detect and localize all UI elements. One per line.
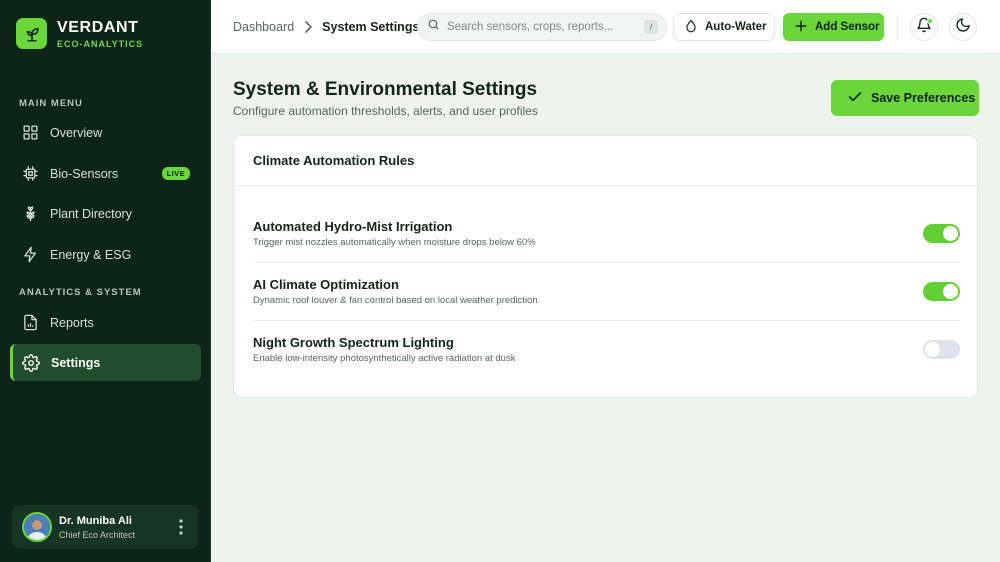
moon-icon bbox=[955, 17, 971, 38]
rule-description: Dynamic roof louver & fan control based … bbox=[253, 295, 538, 306]
toggle-hydro-mist[interactable] bbox=[923, 224, 960, 243]
save-preferences-button[interactable]: Save Preferences bbox=[831, 80, 979, 116]
rule-night-lighting: Night Growth Spectrum Lighting Enable lo… bbox=[253, 335, 960, 393]
report-icon bbox=[21, 314, 39, 332]
search-input[interactable] bbox=[447, 21, 627, 33]
sidebar-item-plant-directory[interactable]: Plant Directory bbox=[10, 195, 201, 232]
gear-icon bbox=[22, 353, 40, 372]
brand-subtitle: ECO-ANALYTICS bbox=[57, 38, 144, 49]
rule-title: Automated Hydro-Mist Irrigation bbox=[253, 219, 453, 234]
toggle-night-lighting[interactable] bbox=[923, 340, 960, 359]
add-sensor-button[interactable]: Add Sensor bbox=[783, 13, 884, 41]
auto-water-label: Auto-Water bbox=[705, 21, 767, 33]
theme-toggle-button[interactable] bbox=[949, 13, 977, 41]
bolt-icon bbox=[21, 246, 39, 264]
sidebar-item-label: Bio-Sensors bbox=[50, 166, 119, 181]
live-badge: LIVE bbox=[161, 167, 190, 180]
sidebar-item-label: Settings bbox=[51, 355, 101, 370]
toggle-knob bbox=[925, 342, 940, 357]
page-title: System & Environmental Settings bbox=[233, 79, 538, 100]
sidebar-item-label: Reports bbox=[50, 315, 94, 330]
rule-title: AI Climate Optimization bbox=[253, 277, 399, 292]
card-divider bbox=[234, 185, 977, 186]
plus-icon bbox=[794, 19, 808, 36]
toggle-knob bbox=[943, 226, 958, 241]
save-preferences-label: Save Preferences bbox=[871, 91, 976, 105]
chevron-right-icon bbox=[304, 21, 313, 33]
search-shortcut-badge: / bbox=[644, 20, 658, 34]
sidebar-item-reports[interactable]: Reports bbox=[10, 304, 201, 341]
toggle-ai-climate[interactable] bbox=[923, 282, 960, 301]
brand-name: VERDANT bbox=[57, 18, 139, 36]
rule-description: Trigger mist nozzles automatically when … bbox=[253, 237, 536, 248]
climate-automation-card: Climate Automation Rules Automated Hydro… bbox=[233, 135, 978, 398]
notification-dot bbox=[927, 18, 933, 24]
section-title-analytics: ANALYTICS & SYSTEM bbox=[19, 287, 142, 298]
search-box[interactable]: / bbox=[417, 13, 667, 41]
toggle-knob bbox=[943, 284, 958, 299]
breadcrumb-current: System Settings bbox=[322, 20, 420, 34]
topbar: Dashboard System Settings / Auto-Water A… bbox=[211, 0, 1000, 54]
page-subtitle: Configure automation thresholds, alerts,… bbox=[233, 104, 538, 118]
breadcrumb: Dashboard System Settings bbox=[233, 20, 419, 34]
topbar-divider bbox=[897, 14, 898, 40]
sprout-icon bbox=[16, 18, 47, 49]
rule-hydro-mist: Automated Hydro-Mist Irrigation Trigger … bbox=[253, 219, 960, 277]
grid-icon bbox=[21, 124, 39, 142]
avatar bbox=[22, 512, 52, 542]
plant-icon bbox=[21, 205, 39, 223]
droplet-icon bbox=[684, 18, 698, 37]
more-vertical-icon[interactable] bbox=[179, 518, 183, 536]
rule-ai-climate: AI Climate Optimization Dynamic roof lou… bbox=[253, 277, 960, 335]
rule-divider bbox=[253, 262, 960, 263]
check-icon bbox=[847, 89, 863, 108]
add-sensor-label: Add Sensor bbox=[815, 21, 880, 33]
sidebar-item-overview[interactable]: Overview bbox=[10, 114, 201, 151]
rule-title: Night Growth Spectrum Lighting bbox=[253, 335, 454, 350]
chip-icon bbox=[21, 165, 39, 183]
notifications-button[interactable] bbox=[910, 13, 938, 41]
user-role: Chief Eco Architect bbox=[59, 529, 136, 540]
breadcrumb-dashboard[interactable]: Dashboard bbox=[233, 20, 294, 34]
auto-water-button[interactable]: Auto-Water bbox=[673, 13, 775, 41]
sidebar-item-bio-sensors[interactable]: Bio-Sensors LIVE bbox=[10, 155, 201, 192]
sidebar-item-label: Plant Directory bbox=[50, 206, 132, 221]
section-title-main-menu: MAIN MENU bbox=[19, 98, 83, 109]
user-name: Dr. Muniba Ali bbox=[59, 514, 132, 527]
rule-description: Enable low-intensity photosynthetically … bbox=[253, 353, 516, 364]
brand[interactable]: VERDANT ECO-ANALYTICS bbox=[16, 18, 143, 49]
card-title: Climate Automation Rules bbox=[253, 153, 415, 168]
sidebar: VERDANT ECO-ANALYTICS MAIN MENU Overview… bbox=[0, 0, 211, 562]
sidebar-item-energy-esg[interactable]: Energy & ESG bbox=[10, 236, 201, 273]
user-card[interactable]: Dr. Muniba Ali Chief Eco Architect bbox=[12, 505, 198, 549]
sidebar-item-label: Energy & ESG bbox=[50, 247, 132, 262]
sidebar-item-settings[interactable]: Settings bbox=[10, 344, 201, 381]
rule-divider bbox=[253, 320, 960, 321]
sidebar-item-label: Overview bbox=[50, 125, 103, 140]
search-icon bbox=[427, 18, 440, 36]
